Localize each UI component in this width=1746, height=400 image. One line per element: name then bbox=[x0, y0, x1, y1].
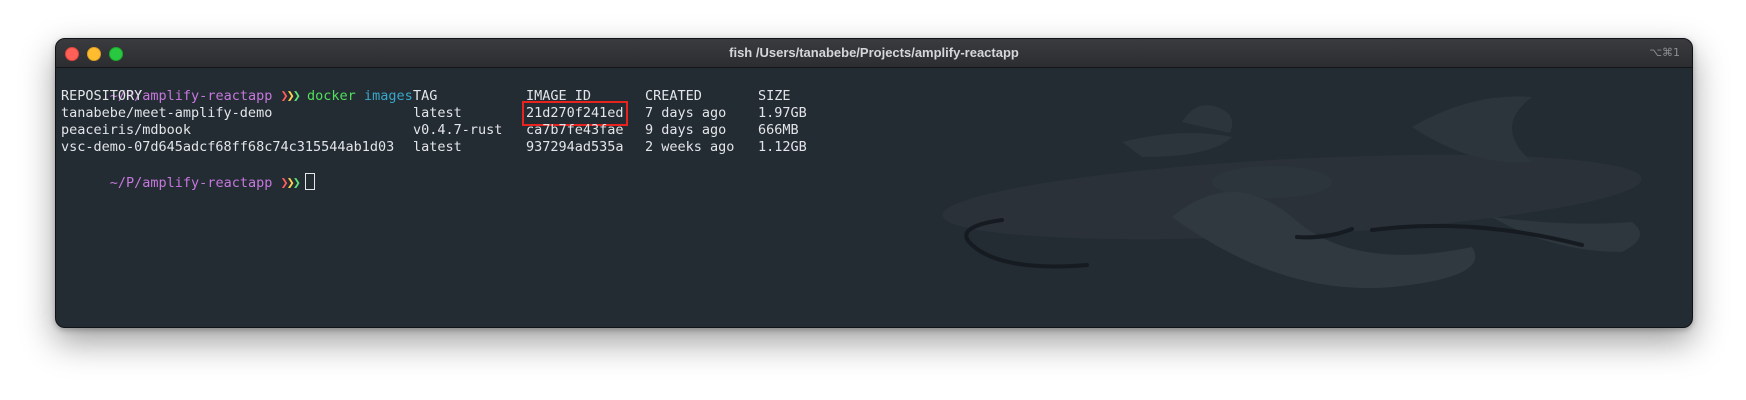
header-repository: REPOSITORY bbox=[61, 88, 143, 104]
image-id-cell: ca7b7fe43fae bbox=[526, 122, 624, 138]
prompt-line-1: ~/P/amplify-reactapp ❯❯❯ docker images bbox=[61, 71, 1692, 104]
text-cursor[interactable] bbox=[304, 173, 315, 190]
prompt-line-2[interactable]: ~/P/amplify-reactapp ❯❯❯ bbox=[61, 156, 1692, 191]
size-cell: 1.97GB bbox=[758, 105, 807, 121]
prompt-chevrons-icon: ❯❯❯ bbox=[280, 175, 300, 191]
header-image-id: IMAGE ID bbox=[526, 88, 592, 104]
window-title: fish /Users/tanabebe/Projects/amplify-re… bbox=[729, 45, 1019, 60]
size-cell: 666MB bbox=[758, 122, 799, 138]
terminal-window: fish /Users/tanabebe/Projects/amplify-re… bbox=[55, 38, 1693, 328]
repository-cell: peaceiris/mdbook bbox=[61, 122, 192, 138]
repository-cell: tanabebe/meet-amplify-demo bbox=[61, 105, 273, 121]
table-row: peaceiris/mdbook v0.4.7-rust ca7b7fe43fa… bbox=[61, 122, 1692, 139]
tag-cell: latest bbox=[413, 105, 462, 121]
table-row: tanabebe/meet-amplify-demo latest 21d270… bbox=[61, 101, 1692, 126]
header-size: SIZE bbox=[758, 88, 791, 104]
tab-shortcut: ⌥⌘1 bbox=[1649, 46, 1680, 59]
created-cell: 7 days ago bbox=[645, 105, 727, 121]
tag-cell: latest bbox=[413, 139, 462, 155]
size-cell: 1.12GB bbox=[758, 139, 807, 155]
prompt-cwd: ~/P/amplify-reactapp bbox=[109, 175, 273, 191]
header-created: CREATED bbox=[645, 88, 702, 104]
table-header: REPOSITORY TAG IMAGE ID CREATED SIZE bbox=[61, 88, 1692, 105]
terminal-output[interactable]: ~/P/amplify-reactapp ❯❯❯ docker images R… bbox=[61, 71, 1692, 327]
repository-cell: vsc-demo-07d645adcf68ff68c74c315544ab1d0… bbox=[61, 139, 395, 155]
title-bar[interactable]: fish /Users/tanabebe/Projects/amplify-re… bbox=[56, 39, 1692, 68]
tag-cell: v0.4.7-rust bbox=[413, 122, 503, 138]
table-row: vsc-demo-07d645adcf68ff68c74c315544ab1d0… bbox=[61, 139, 1692, 156]
created-cell: 2 weeks ago bbox=[645, 139, 735, 155]
header-tag: TAG bbox=[413, 88, 438, 104]
created-cell: 9 days ago bbox=[645, 122, 727, 138]
image-id-cell: 937294ad535a bbox=[526, 139, 624, 155]
image-id-cell-highlighted: 21d270f241ed bbox=[522, 101, 628, 126]
